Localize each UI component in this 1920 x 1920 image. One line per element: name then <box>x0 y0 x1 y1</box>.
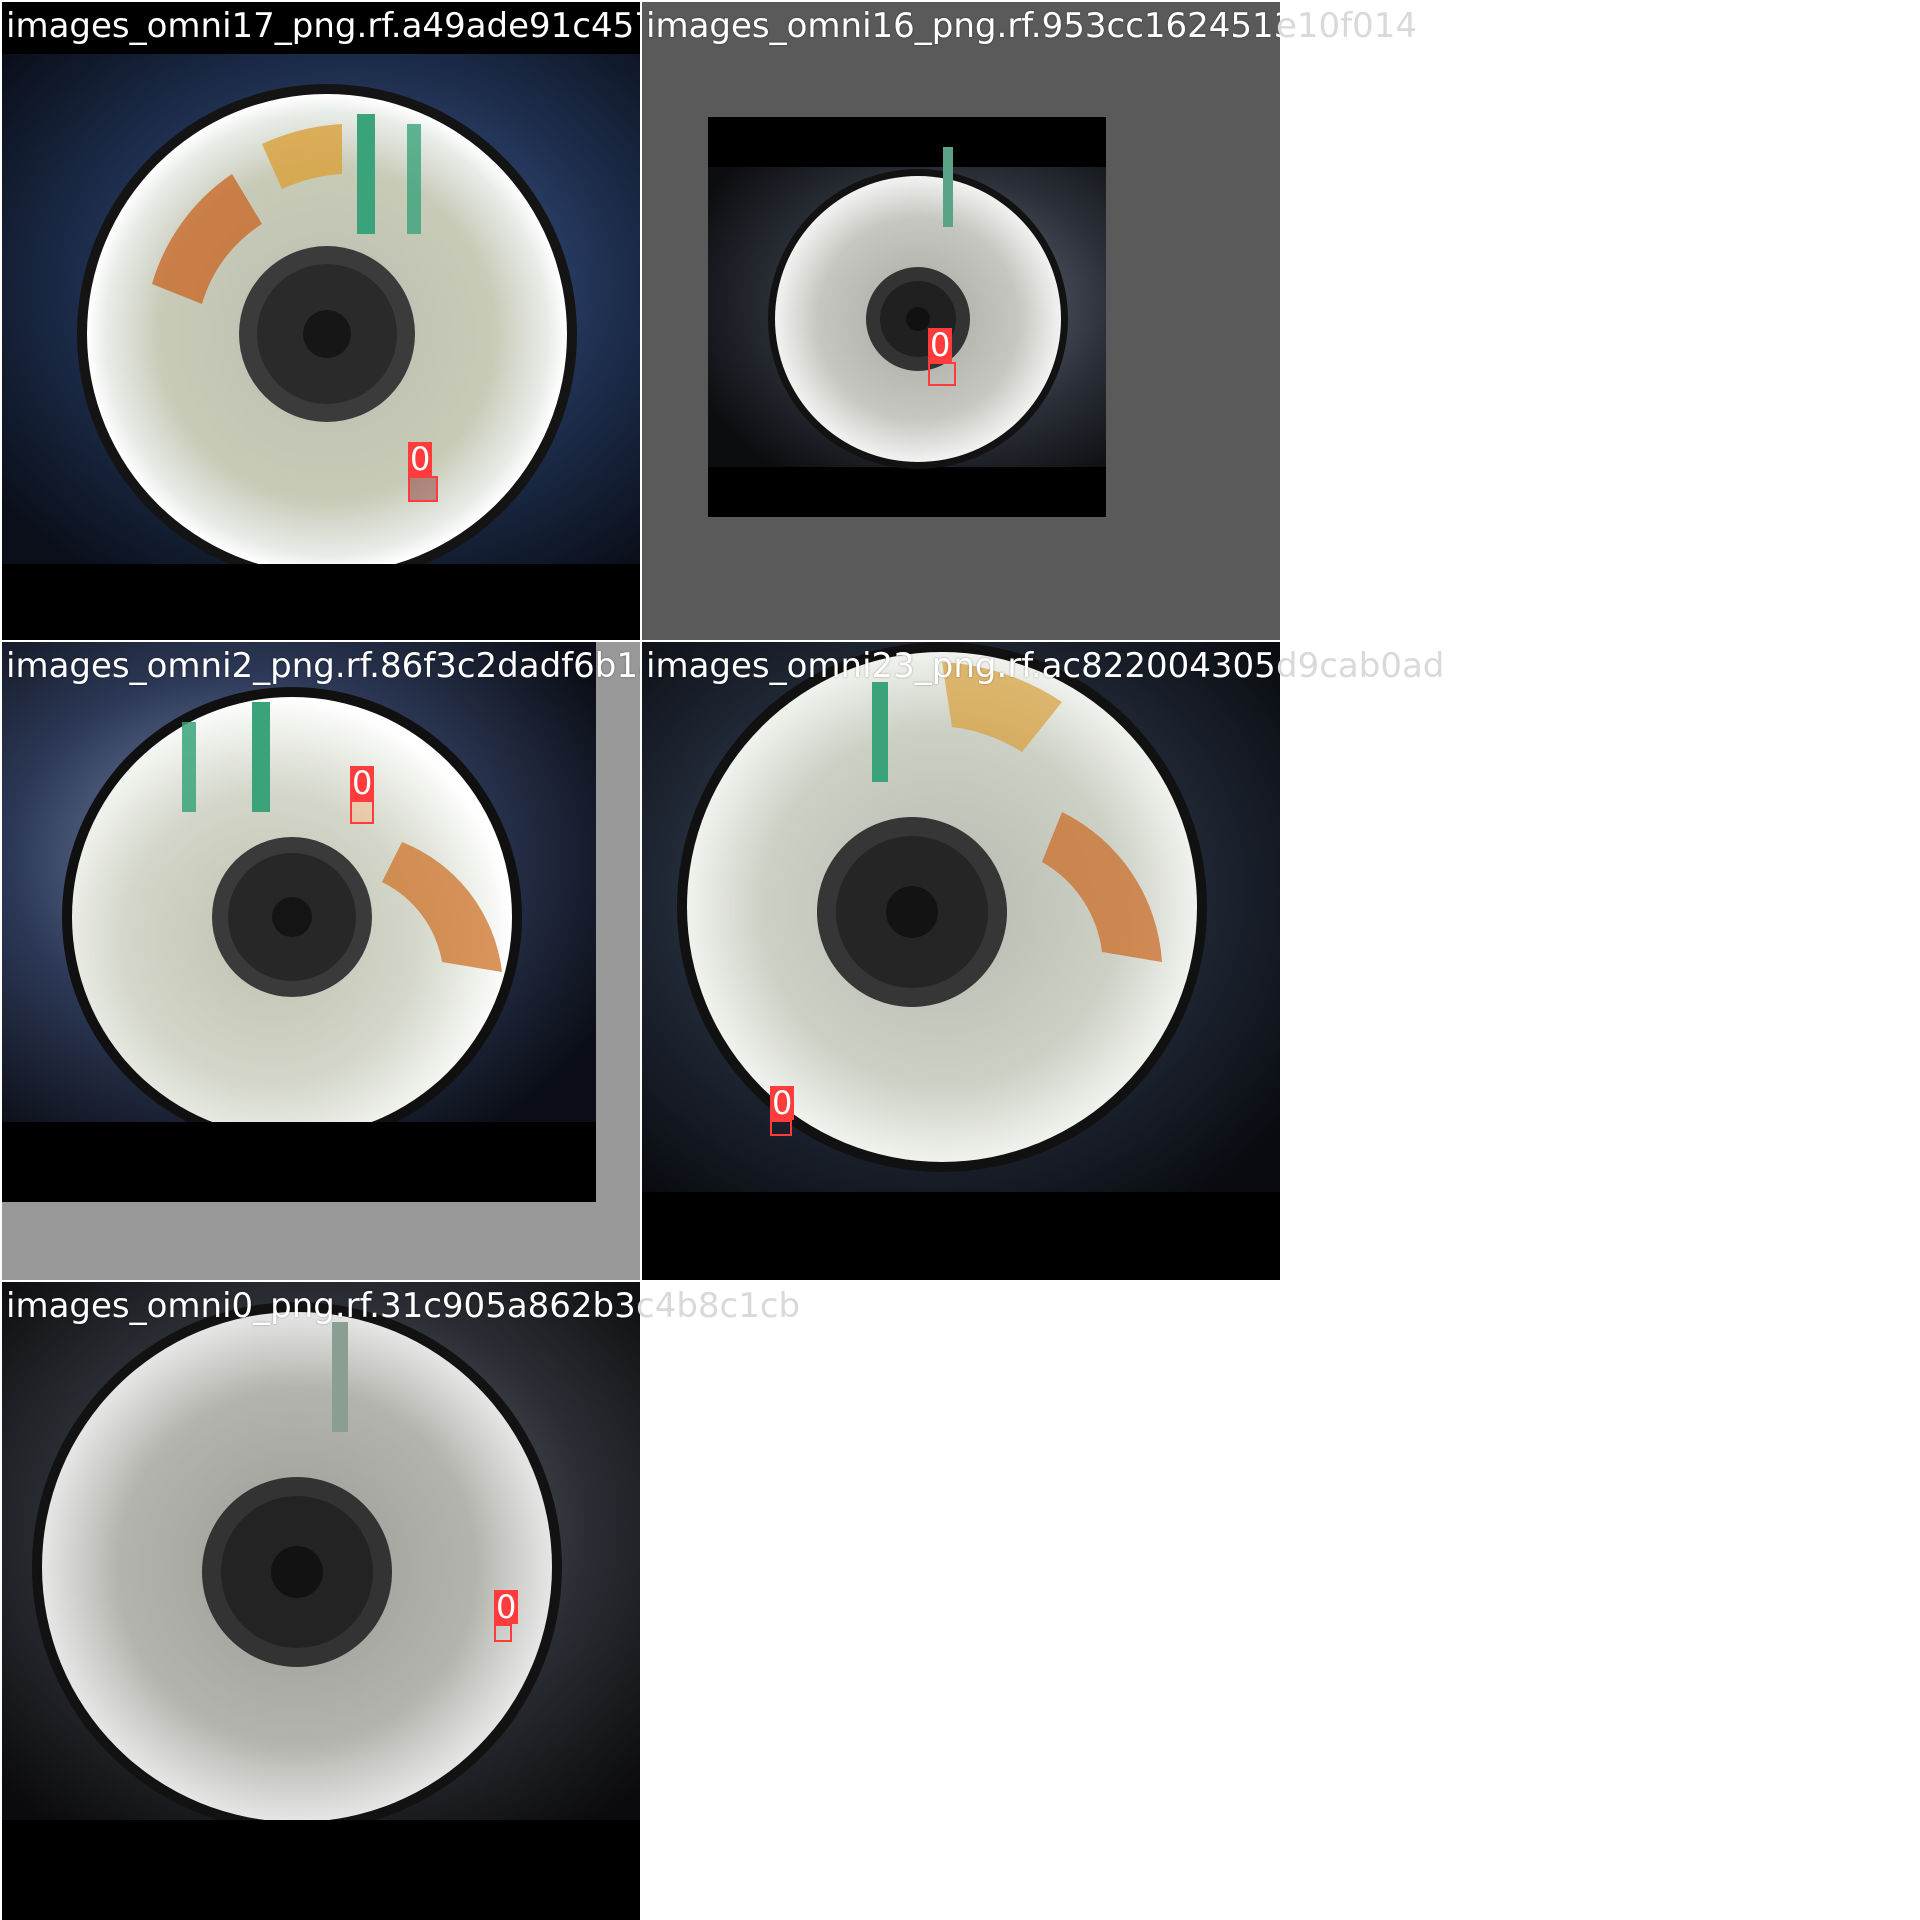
detection-label: 0 <box>350 764 375 802</box>
fisheye-photo <box>2 54 640 564</box>
detection-box <box>408 476 438 502</box>
detection-box <box>494 1624 512 1642</box>
mosaic-tile: images_omni17_png.rf.a49ade91c457f09df09… <box>2 2 640 640</box>
image-filename: images_omni16_png.rf.953cc1624513 <box>646 6 1280 46</box>
image-filename: images_omni17_png.rf.a49ade91c457f09df09… <box>6 6 640 46</box>
fisheye-photo <box>2 642 596 1202</box>
detection-label: 0 <box>408 440 433 478</box>
fisheye-photo <box>2 1282 640 1820</box>
detection-box <box>770 1120 792 1136</box>
fisheye-photo-drawing <box>2 54 640 564</box>
detection-box <box>350 800 374 824</box>
mosaic-tile: images_omni23_png.rf.ac822004305 0 <box>642 642 1280 1280</box>
image-filename: images_omni0_png.rf.31c905a862b3 <box>6 1286 636 1326</box>
detection-label: 0 <box>494 1588 519 1626</box>
image-filename-overflow: d9cab0ad <box>1276 646 1445 686</box>
image-filename: images_omni23_png.rf.ac822004305 <box>646 646 1276 686</box>
mosaic-tile: images_omni2_png.rf.86f3c2dadf6b1a85e9b9… <box>2 642 640 1280</box>
fisheye-photo-drawing <box>642 642 1280 1192</box>
mosaic-tile: images_omni0_png.rf.31c905a862b3 0 <box>2 1282 640 1920</box>
detection-box <box>928 362 956 386</box>
fisheye-photo <box>642 642 1280 1192</box>
mosaic-tile: images_omni16_png.rf.953cc1624513 0 <box>642 2 1280 640</box>
image-filename-overflow: e10f014 <box>1276 6 1418 46</box>
image-filename: images_omni2_png.rf.86f3c2dadf6b1a85e9b9 <box>6 646 640 686</box>
image-filename-overflow: c4b8c1cb <box>636 1286 801 1326</box>
fisheye-photo-drawing <box>2 642 596 1202</box>
fisheye-photo-drawing <box>2 1282 640 1820</box>
fisheye-photo-drawing <box>708 117 1106 517</box>
fisheye-photo <box>708 117 1106 517</box>
detection-label: 0 <box>928 326 953 364</box>
detection-label: 0 <box>770 1084 795 1122</box>
